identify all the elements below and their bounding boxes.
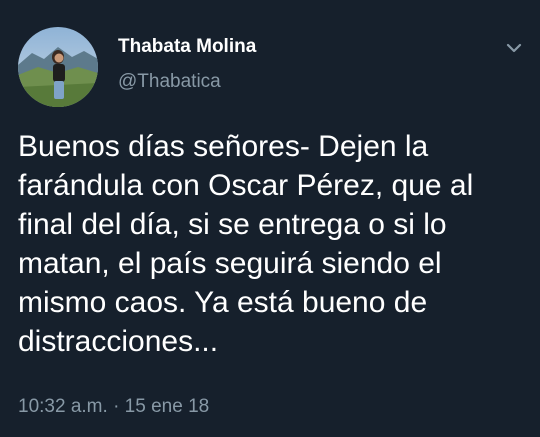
tweet-timestamp[interactable]: 10:32 a.m. · 15 ene 18 <box>18 396 209 418</box>
meta-separator: · <box>113 396 120 417</box>
tweet-text-line: matan, el país seguirá siendo el <box>18 247 442 280</box>
avatar[interactable] <box>18 27 98 107</box>
tweet-text-line: mismo caos. Ya está bueno de <box>18 286 428 319</box>
tweet-menu-button[interactable] <box>500 36 528 60</box>
profile-photo <box>18 27 98 107</box>
tweet-card: Thabata Molina @Thabatica Buenos días se… <box>0 0 540 437</box>
chevron-down-icon <box>506 43 522 53</box>
tweet-text: Buenos días señores- Dejen la farándula … <box>18 127 523 361</box>
tweet-date: 15 ene 18 <box>124 396 210 417</box>
tweet-text-line: Buenos días señores- Dejen la <box>18 130 429 163</box>
tweet-time: 10:32 a.m. <box>18 396 108 417</box>
tweet-text-line: farándula con Oscar Pérez, que al <box>18 169 474 202</box>
tweet-text-line: distracciones... <box>18 325 219 358</box>
tweet-text-line: final del día, si se entrega o si lo <box>18 208 447 241</box>
user-handle[interactable]: @Thabatica <box>118 71 221 93</box>
display-name[interactable]: Thabata Molina <box>118 36 256 58</box>
